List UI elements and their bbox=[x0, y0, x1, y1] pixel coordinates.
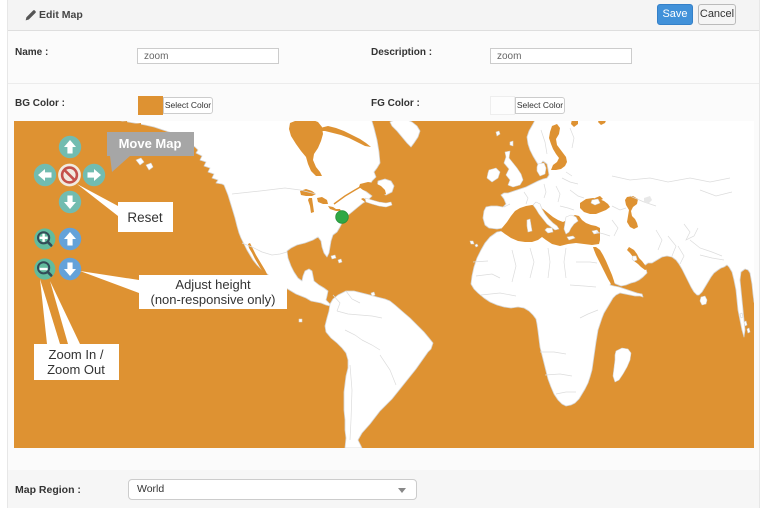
svg-text:Adjust height: Adjust height bbox=[175, 277, 251, 292]
svg-text:Zoom In /: Zoom In / bbox=[49, 347, 104, 362]
svg-text:(non-responsive only): (non-responsive only) bbox=[150, 292, 275, 307]
svg-text:Move Map: Move Map bbox=[119, 136, 182, 151]
svg-text:Zoom Out: Zoom Out bbox=[47, 362, 105, 377]
svg-text:Reset: Reset bbox=[127, 210, 163, 225]
